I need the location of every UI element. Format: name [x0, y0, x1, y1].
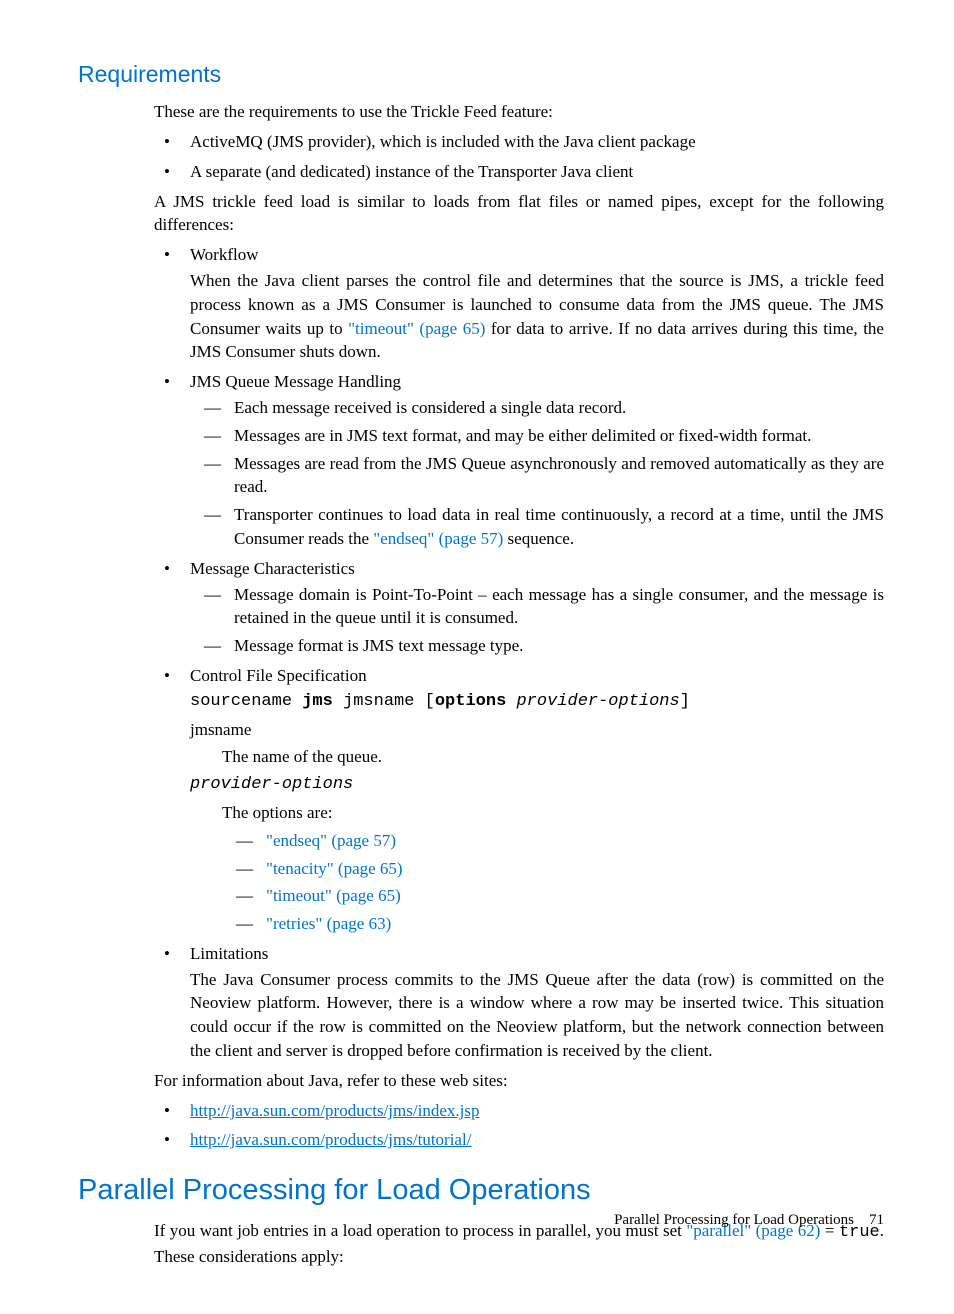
heading-requirements: Requirements	[78, 58, 884, 90]
list-item-jms-handling: JMS Queue Message Handling Each message …	[154, 370, 884, 551]
xref-tenacity[interactable]: "tenacity" (page 65)	[266, 859, 403, 878]
footer-section-title: Parallel Processing for Load Operations	[614, 1212, 854, 1228]
list-item: "timeout" (page 65)	[222, 884, 884, 908]
definition-desc: The name of the queue.	[222, 745, 884, 769]
page-number: 71	[869, 1212, 884, 1228]
list-item: http://java.sun.com/products/jms/tutoria…	[154, 1128, 884, 1152]
list-item: Message format is JMS text message type.	[190, 634, 884, 658]
paragraph: For information about Java, refer to the…	[154, 1069, 884, 1093]
code: jmsname [	[333, 692, 435, 711]
xref-retries[interactable]: "retries" (page 63)	[266, 914, 391, 933]
list-item-limitations: Limitations The Java Consumer process co…	[154, 942, 884, 1063]
xref-endseq[interactable]: "endseq" (page 57)	[373, 529, 503, 548]
bullet-label: Message Characteristics	[190, 559, 355, 578]
definition-term: provider-options	[190, 773, 884, 797]
list-item-workflow: Workflow When the Java client parses the…	[154, 243, 884, 364]
heading-parallel-processing: Parallel Processing for Load Operations	[78, 1170, 884, 1211]
list-item: "endseq" (page 57)	[222, 829, 884, 853]
xref-timeout[interactable]: "timeout" (page 65)	[266, 886, 401, 905]
definition-desc: The options are:	[222, 801, 884, 825]
list-item: Message domain is Point-To-Point – each …	[190, 583, 884, 631]
list-item-message-characteristics: Message Characteristics Message domain i…	[154, 557, 884, 658]
code: sourcename	[190, 692, 302, 711]
text: If you want job entries in a load operat…	[154, 1221, 686, 1240]
paragraph: These are the requirements to use the Tr…	[154, 100, 884, 124]
xref-timeout[interactable]: "timeout" (page 65)	[348, 319, 485, 338]
page-footer: Parallel Processing for Load Operations …	[614, 1210, 884, 1231]
list-item: "tenacity" (page 65)	[222, 857, 884, 881]
list-item: Transporter continues to load data in re…	[190, 503, 884, 551]
bullet-label: Limitations	[190, 944, 268, 963]
code-italic: provider-options	[516, 692, 679, 711]
list-item: Each message received is considered a si…	[190, 396, 884, 420]
bullet-label: Workflow	[190, 245, 259, 264]
definition-term: jmsname	[190, 718, 884, 742]
link-java-jms-index[interactable]: http://java.sun.com/products/jms/index.j…	[190, 1101, 479, 1120]
xref-endseq[interactable]: "endseq" (page 57)	[266, 831, 396, 850]
code-bold: jms	[302, 692, 333, 711]
text: sequence.	[503, 529, 574, 548]
code: ]	[680, 692, 690, 711]
paragraph: A JMS trickle feed load is similar to lo…	[154, 190, 884, 238]
list-item: Messages are in JMS text format, and may…	[190, 424, 884, 448]
list-item: http://java.sun.com/products/jms/index.j…	[154, 1099, 884, 1123]
bullet-label: Control File Specification	[190, 666, 367, 685]
paragraph: The Java Consumer process commits to the…	[190, 968, 884, 1063]
bullet-label: JMS Queue Message Handling	[190, 372, 401, 391]
list-item: ActiveMQ (JMS provider), which is includ…	[154, 130, 884, 154]
link-java-jms-tutorial[interactable]: http://java.sun.com/products/jms/tutoria…	[190, 1130, 471, 1149]
code-bold: options	[435, 692, 506, 711]
list-item: "retries" (page 63)	[222, 912, 884, 936]
list-item-control-file-spec: Control File Specification sourcename jm…	[154, 664, 884, 936]
list-item: A separate (and dedicated) instance of t…	[154, 160, 884, 184]
list-item: Messages are read from the JMS Queue asy…	[190, 452, 884, 500]
code	[506, 692, 516, 711]
